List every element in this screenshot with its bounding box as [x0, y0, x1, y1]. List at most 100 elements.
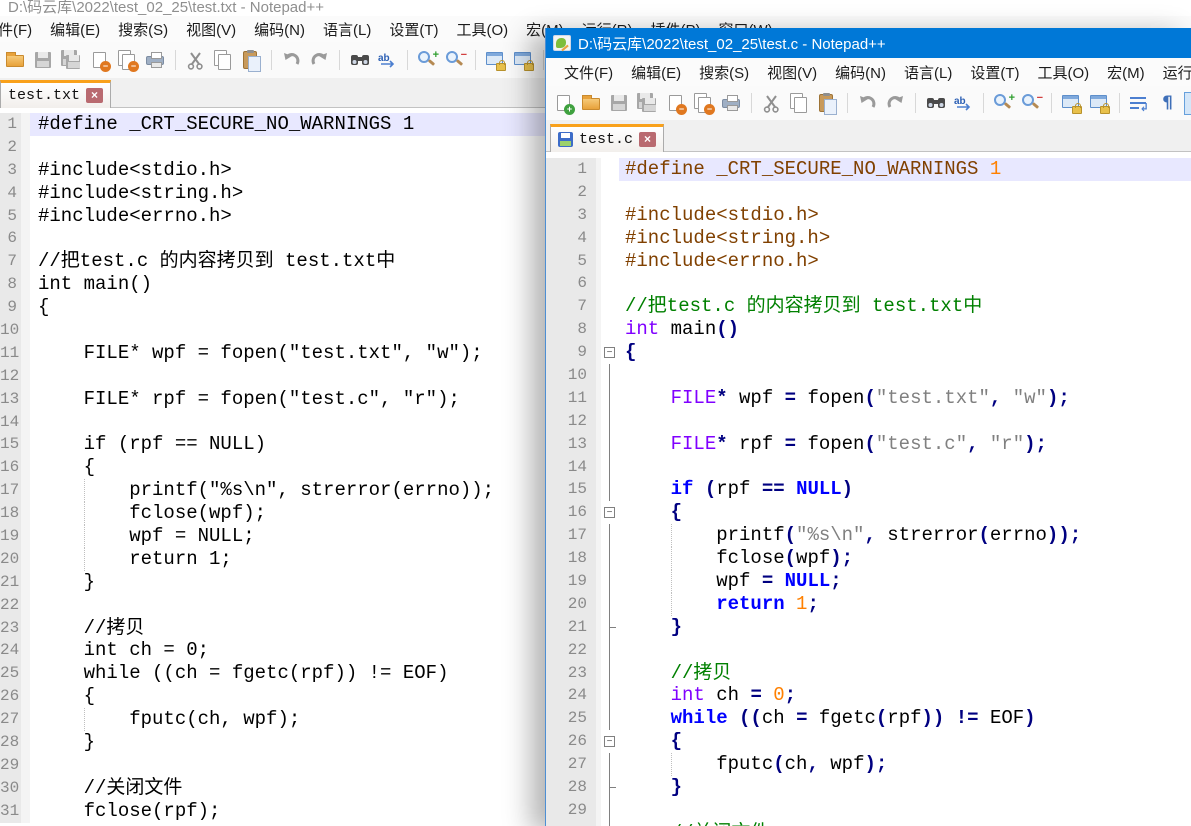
bookmark-margin[interactable]: [21, 571, 30, 594]
bookmark-margin[interactable]: [21, 525, 30, 548]
bookmark-margin[interactable]: [21, 319, 30, 342]
sync-horizontal-scroll-icon[interactable]: [1088, 92, 1111, 115]
menu-item-设置[interactable]: 设置(T): [380, 16, 447, 43]
bookmark-margin[interactable]: [21, 456, 30, 479]
menu-item-视图[interactable]: 视图(V): [177, 16, 245, 43]
bookmark-margin[interactable]: [21, 159, 30, 182]
print-icon[interactable]: [720, 92, 743, 115]
open-file-icon[interactable]: [580, 92, 603, 115]
fold-margin[interactable]: −: [601, 341, 619, 364]
tab-test-txt[interactable]: test.txt ×: [0, 80, 111, 108]
undo-icon[interactable]: [280, 49, 303, 72]
tab-close-icon[interactable]: ×: [86, 88, 103, 103]
bookmark-margin[interactable]: [21, 113, 30, 136]
close-file-icon[interactable]: −: [88, 49, 111, 72]
bookmark-margin[interactable]: [21, 708, 30, 731]
save-icon[interactable]: [608, 92, 631, 115]
bookmark-margin[interactable]: [21, 800, 30, 823]
bookmark-margin[interactable]: [21, 296, 30, 319]
sync-vertical-scroll-icon[interactable]: [484, 49, 507, 72]
title-bar[interactable]: D:\码云库\2022\test_02_25\test.c - Notepad+…: [546, 28, 1191, 58]
bookmark-margin[interactable]: [21, 639, 30, 662]
zoom-out-icon[interactable]: −: [1020, 92, 1043, 115]
cut-icon[interactable]: [184, 49, 207, 72]
word-wrap-icon[interactable]: ↲: [1128, 92, 1151, 115]
fold-margin: [601, 158, 619, 181]
undo-icon[interactable]: [856, 92, 879, 115]
save-all-icon[interactable]: [60, 49, 83, 72]
bookmark-margin[interactable]: [21, 548, 30, 571]
menu-item-设置[interactable]: 设置(T): [961, 59, 1028, 86]
bookmark-margin[interactable]: [21, 662, 30, 685]
paste-icon[interactable]: [816, 92, 839, 115]
menu-item-运行[interactable]: 运行(R): [1154, 59, 1191, 86]
open-file-icon[interactable]: [4, 49, 27, 72]
menu-item-编辑[interactable]: 编辑(E): [41, 16, 109, 43]
fold-margin[interactable]: −: [601, 501, 619, 524]
menu-item-视图[interactable]: 视图(V): [758, 59, 826, 86]
cut-icon[interactable]: [760, 92, 783, 115]
replace-icon[interactable]: ab: [376, 49, 399, 72]
menu-item-工具[interactable]: 工具(O): [447, 16, 517, 43]
zoom-in-icon[interactable]: +: [992, 92, 1015, 115]
redo-icon[interactable]: [308, 49, 331, 72]
bookmark-margin[interactable]: [21, 617, 30, 640]
replace-icon[interactable]: ab: [952, 92, 975, 115]
bookmark-margin[interactable]: [21, 342, 30, 365]
menu-item-搜索[interactable]: 搜索(S): [690, 59, 758, 86]
menu-item-文件[interactable]: 文件(F): [0, 16, 41, 43]
bookmark-margin[interactable]: [21, 388, 30, 411]
menu-item-工具[interactable]: 工具(O): [1028, 59, 1098, 86]
fold-margin[interactable]: −: [601, 730, 619, 753]
menu-item-文件[interactable]: 文件(F): [555, 59, 622, 86]
print-icon[interactable]: [144, 49, 167, 72]
paste-icon[interactable]: [240, 49, 263, 72]
bookmark-margin[interactable]: [21, 433, 30, 456]
show-all-characters-icon[interactable]: ¶: [1156, 92, 1179, 115]
menu-item-编辑[interactable]: 编辑(E): [622, 59, 690, 86]
find-icon[interactable]: [348, 49, 371, 72]
save-icon[interactable]: [32, 49, 55, 72]
code-editor-area[interactable]: 1#define _CRT_SECURE_NO_WARNINGS 123#inc…: [546, 152, 1191, 826]
zoom-out-icon[interactable]: −: [444, 49, 467, 72]
bookmark-margin[interactable]: [21, 136, 30, 159]
save-all-icon[interactable]: [636, 92, 659, 115]
toolbar-separator: [915, 93, 916, 113]
fold-collapse-icon: −: [604, 507, 615, 518]
menu-item-编码[interactable]: 编码(N): [826, 59, 895, 86]
copy-icon[interactable]: [788, 92, 811, 115]
bookmark-margin[interactable]: [21, 479, 30, 502]
new-file-icon[interactable]: +: [552, 92, 575, 115]
bookmark-margin[interactable]: [21, 365, 30, 388]
bookmark-margin[interactable]: [21, 731, 30, 754]
menu-item-语言[interactable]: 语言(L): [895, 59, 961, 86]
close-file-icon[interactable]: −: [664, 92, 687, 115]
tab-close-icon[interactable]: ×: [639, 132, 656, 147]
indent-guide-icon[interactable]: [1184, 92, 1191, 115]
code-line-25: 25 while ((ch = fgetc(rpf)) != EOF): [546, 707, 1191, 730]
close-all-icon[interactable]: −: [116, 49, 139, 72]
tab-test-c[interactable]: test.c ×: [550, 124, 664, 152]
menu-item-搜索[interactable]: 搜索(S): [109, 16, 177, 43]
bookmark-margin[interactable]: [21, 502, 30, 525]
bookmark-margin[interactable]: [21, 594, 30, 617]
find-icon[interactable]: [924, 92, 947, 115]
menu-item-语言[interactable]: 语言(L): [314, 16, 380, 43]
bookmark-margin[interactable]: [21, 754, 30, 777]
bookmark-margin[interactable]: [21, 685, 30, 708]
menu-item-宏[interactable]: 宏(M): [1098, 59, 1154, 86]
bookmark-margin[interactable]: [21, 227, 30, 250]
sync-vertical-scroll-icon[interactable]: [1060, 92, 1083, 115]
bookmark-margin[interactable]: [21, 205, 30, 228]
close-all-icon[interactable]: −: [692, 92, 715, 115]
copy-icon[interactable]: [212, 49, 235, 72]
sync-horizontal-scroll-icon[interactable]: [512, 49, 535, 72]
bookmark-margin[interactable]: [21, 273, 30, 296]
bookmark-margin[interactable]: [21, 250, 30, 273]
bookmark-margin[interactable]: [21, 777, 30, 800]
redo-icon[interactable]: [884, 92, 907, 115]
menu-item-编码[interactable]: 编码(N): [245, 16, 314, 43]
bookmark-margin[interactable]: [21, 411, 30, 434]
zoom-in-icon[interactable]: +: [416, 49, 439, 72]
bookmark-margin[interactable]: [21, 182, 30, 205]
